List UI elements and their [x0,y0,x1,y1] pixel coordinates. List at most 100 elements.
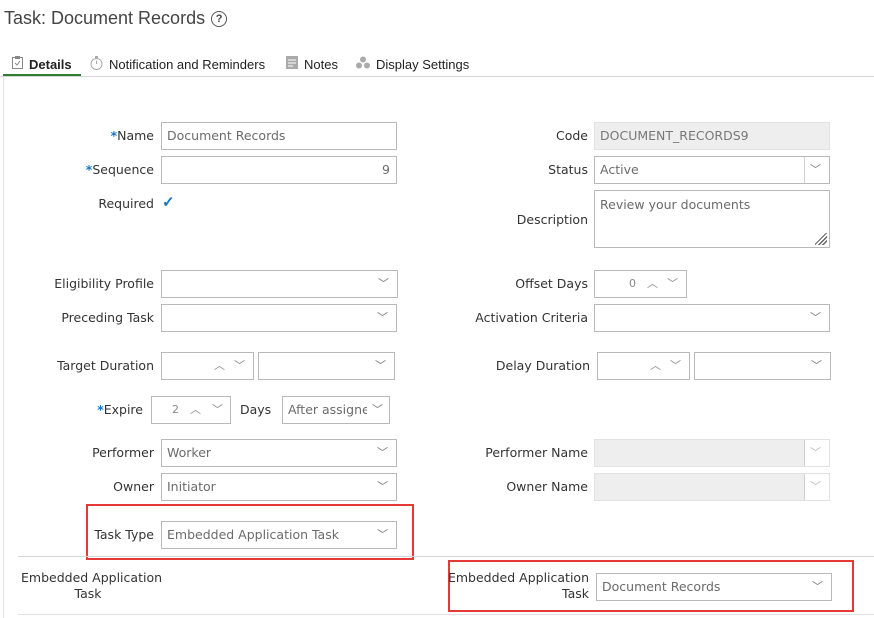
sequence-input[interactable]: 9 [161,156,397,184]
note-icon [286,56,298,72]
description-textarea[interactable]: Review your documents [594,190,830,248]
tab-notes-label: Notes [304,56,338,72]
chevron-down-icon[interactable]: ﹀ [375,353,386,379]
embedded-application-task-select[interactable]: Document Records ﹀ [596,573,832,601]
required-checkbox[interactable]: ✓ [162,193,175,211]
chevron-down-icon[interactable]: ﹀ [377,522,388,548]
owner-select[interactable]: Initiator ﹀ [161,473,397,501]
chevron-down-icon[interactable]: ﹀ [811,353,822,379]
task-type-value: Embedded Application Task [167,527,339,542]
owner-label: Owner [113,479,154,494]
chevron-down-icon[interactable]: ﹀ [667,271,678,297]
owner-name-label: Owner Name [506,479,588,494]
chevron-down-icon[interactable]: ﹀ [234,353,245,379]
chevron-down-icon[interactable]: ﹀ [212,397,223,423]
tab-notes[interactable]: Notes [286,52,338,76]
sequence-label: *Sequence [86,161,154,179]
embedded-right-label-line1: Embedded Application [447,570,589,585]
offset-days-stepper[interactable]: 0 ︿ ﹀ [594,270,687,298]
status-value: Active [600,162,639,177]
offset-days-value: 0 [629,277,636,290]
tab-notification-and-reminders[interactable]: Notification and Reminders [90,52,265,76]
chevron-down-icon[interactable]: ﹀ [377,440,388,466]
performer-name-label: Performer Name [485,445,588,460]
chevron-down-icon[interactable]: ﹀ [372,397,383,423]
owner-value: Initiator [167,479,216,494]
target-duration-label: Target Duration [57,358,154,373]
offset-days-label: Offset Days [515,276,588,291]
required-label: Required [98,196,154,211]
expire-unit-label: Days [240,402,272,417]
status-label: Status [548,162,588,177]
expire-mode-select[interactable]: After assignee ﹀ [282,396,390,424]
expire-mode-value: After assignee [288,402,367,417]
tab-details[interactable]: Details [12,52,72,76]
tab-details-label: Details [29,56,72,72]
embedded-application-task-value: Document Records [602,579,721,594]
target-duration-stepper[interactable]: ︿ ﹀ [161,352,254,380]
embedded-application-task-right-label: Embedded Application Task [448,570,589,602]
chevron-down-icon[interactable]: ﹀ [810,305,821,331]
activation-criteria-select[interactable]: ﹀ [594,304,830,332]
preceding-task-label: Preceding Task [61,310,154,325]
activation-criteria-label: Activation Criteria [475,310,588,325]
performer-value: Worker [167,445,212,460]
task-type-label: Task Type [94,527,154,542]
chevron-down-icon: ﹀ [810,480,821,493]
status-select[interactable]: Active ﹀ [594,156,830,184]
performer-name-select: ﹀ [594,439,830,467]
chevron-down-icon[interactable]: ﹀ [670,353,681,379]
chevron-down-icon: ﹀ [810,446,821,459]
embedded-right-label-line2: Task [562,586,589,601]
description-label: Description [516,212,588,227]
code-label: Code [555,128,588,143]
expire-label: *Expire [97,401,143,419]
stopwatch-icon [90,55,103,73]
embedded-application-task-left-label: Embedded Application Task [21,570,163,602]
delay-duration-unit-select[interactable]: ﹀ [694,352,831,380]
chevron-down-icon[interactable]: ﹀ [810,157,821,183]
tab-bar-divider [0,76,874,77]
owner-name-select: ﹀ [594,473,830,501]
section-divider [18,556,874,557]
expire-stepper[interactable]: 2 ︿ ﹀ [151,396,231,424]
chevron-up-icon[interactable]: ︿ [190,397,201,423]
description-value: Review your documents [600,197,751,212]
page-title: Task: Document Records? [4,8,228,29]
performer-label: Performer [92,445,154,460]
embedded-left-label-line2: Task [74,586,102,601]
task-type-select[interactable]: Embedded Application Task ﹀ [161,521,397,549]
chevron-down-icon[interactable]: ﹀ [377,305,388,331]
preceding-task-select[interactable]: ﹀ [161,304,397,332]
chevron-up-icon[interactable]: ︿ [650,353,661,379]
expire-label-text: Expire [103,402,143,417]
tab-display-settings-label: Display Settings [376,56,470,72]
delay-duration-stepper[interactable]: ︿ ﹀ [597,352,690,380]
chevron-down-icon[interactable]: ﹀ [378,271,389,297]
name-label-text: Name [117,128,154,143]
eligibility-profile-select[interactable]: ﹀ [161,270,398,298]
dots-icon [356,56,370,72]
chevron-up-icon[interactable]: ︿ [214,353,225,379]
eligibility-profile-label: Eligibility Profile [54,276,154,291]
tab-notification-label: Notification and Reminders [109,56,266,72]
panel-border [3,77,4,618]
expire-value: 2 [172,403,179,416]
embedded-left-label-line1: Embedded Application [21,570,163,585]
name-label: *Name [111,127,154,145]
bottom-divider [18,614,874,615]
sequence-label-text: Sequence [92,162,154,177]
clipboard-icon [12,56,23,72]
target-duration-unit-select[interactable]: ﹀ [258,352,395,380]
delay-duration-label: Delay Duration [495,358,590,373]
performer-select[interactable]: Worker ﹀ [161,439,397,467]
chevron-down-icon[interactable]: ﹀ [377,474,388,500]
chevron-up-icon[interactable]: ︿ [647,271,658,297]
page-title-text: Task: Document Records [4,8,206,28]
resize-handle-icon[interactable] [815,233,827,245]
chevron-down-icon[interactable]: ﹀ [812,574,823,600]
name-input[interactable]: Document Records [161,122,397,150]
help-icon[interactable]: ? [211,11,228,27]
code-field: DOCUMENT_RECORDS9 [594,122,830,150]
tab-display-settings[interactable]: Display Settings [356,52,469,76]
